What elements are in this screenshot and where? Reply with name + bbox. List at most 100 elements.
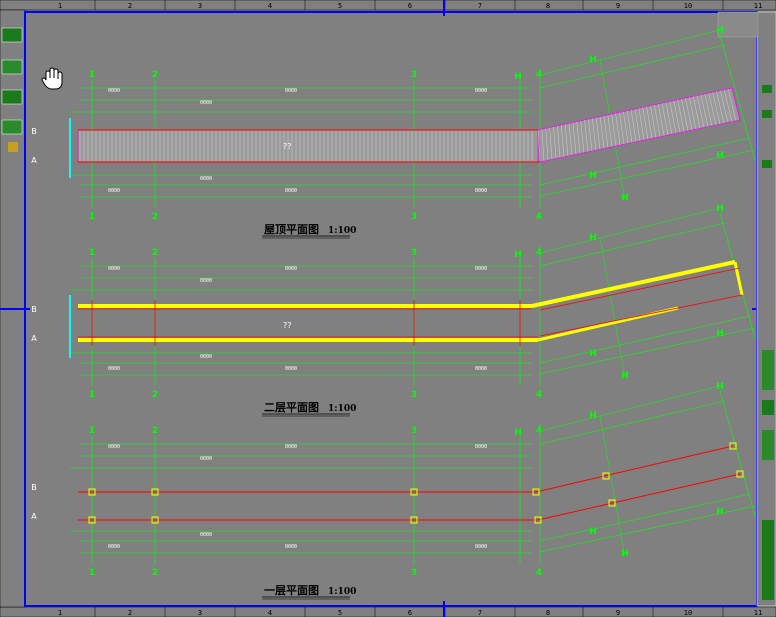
plan-scale: 1:100 <box>328 404 356 414</box>
center-label: ?? <box>283 142 292 151</box>
grid-axis-bottom: 3 <box>411 212 417 222</box>
bottom-tick-label: 3 <box>198 609 202 617</box>
dimension-text: 0000 <box>108 188 120 194</box>
grid-axis-h: H <box>716 26 724 36</box>
grid-axis-h: H <box>716 507 724 517</box>
grid-axis-bottom: 2 <box>152 568 158 578</box>
dimension-text: 0000 <box>475 88 487 94</box>
grid-axis-side: B <box>31 127 37 136</box>
grid-axis-h: H <box>621 193 629 203</box>
top-tick-label: 4 <box>268 2 272 10</box>
plan-scale: 1:100 <box>328 226 356 236</box>
bottom-tick-label: 10 <box>684 609 692 617</box>
grid-axis-h: H <box>716 151 724 161</box>
plan-title: 二层平面图 <box>264 401 319 414</box>
grid-axis-top: 1 <box>89 70 95 80</box>
grid-axis-h: H <box>589 171 597 181</box>
view-cube-area[interactable] <box>717 11 759 38</box>
grid-axis-bottom: 3 <box>411 390 417 400</box>
grid-axis-bottom: 2 <box>152 212 158 222</box>
top-tick-label: 11 <box>754 2 762 10</box>
grid-axis-bottom: 3 <box>411 568 417 578</box>
grid-axis-top: 2 <box>152 70 158 80</box>
dimension-text: 0000 <box>475 444 487 450</box>
grid-axis-h: H <box>589 55 597 65</box>
plan-title: 一层平面图 <box>264 584 319 597</box>
dimension-text: 0000 <box>285 544 297 550</box>
dimension-text: 0000 <box>108 444 120 450</box>
bottom-tick-label: 4 <box>268 609 272 617</box>
grid-axis-side: A <box>31 334 37 343</box>
bottom-tick-label: 2 <box>128 609 132 617</box>
grid-axis-h: H <box>621 371 629 381</box>
grid-axis-h: H <box>716 204 724 214</box>
grid-axis-top: 1 <box>89 248 95 258</box>
bottom-tick-label: 1 <box>58 609 62 617</box>
top-tick-label: 6 <box>408 2 412 10</box>
grid-axis-bottom: 4 <box>536 568 542 578</box>
top-tick-label: 8 <box>546 2 550 10</box>
grid-axis-side: A <box>31 512 37 521</box>
grid-axis-h: H <box>589 349 597 359</box>
top-tick-label: 7 <box>478 2 482 10</box>
dimension-text: 0000 <box>200 456 212 462</box>
dimension-text: 0000 <box>108 366 120 372</box>
dimension-text: 0000 <box>475 266 487 272</box>
bottom-tick-label: 8 <box>546 609 550 617</box>
grid-axis-h: H <box>589 527 597 537</box>
grid-axis-top: 3 <box>411 426 417 436</box>
grid-axis-bottom: 4 <box>536 212 542 222</box>
bottom-tick-label: 11 <box>754 609 762 617</box>
grid-axis-side: B <box>31 305 37 314</box>
grid-axis-top: 1 <box>89 426 95 436</box>
center-label: ?? <box>283 321 292 330</box>
dimension-text: 0000 <box>200 354 212 360</box>
grid-axis-top: H <box>514 72 522 82</box>
plan-title: 屋顶平面图 <box>264 223 319 236</box>
bottom-ruler <box>0 606 776 617</box>
grid-axis-bottom: 1 <box>89 390 95 400</box>
top-tick-label: 3 <box>198 2 202 10</box>
grid-axis-h: H <box>589 411 597 421</box>
dimension-text: 0000 <box>200 532 212 538</box>
dimension-text: 0000 <box>285 444 297 450</box>
bottom-tick-label: 6 <box>408 609 412 617</box>
dimension-text: 0000 <box>475 544 487 550</box>
dimension-text: 0000 <box>285 366 297 372</box>
top-ruler <box>0 0 776 11</box>
dimension-text: 0000 <box>200 278 212 284</box>
grid-axis-top: 3 <box>411 248 417 258</box>
top-tick-label: 1 <box>58 2 62 10</box>
bottom-tick-label: 7 <box>478 609 482 617</box>
grid-axis-h: H <box>716 329 724 339</box>
grid-axis-h: H <box>621 549 629 559</box>
top-tick-label: 5 <box>338 2 342 10</box>
dimension-text: 0000 <box>475 188 487 194</box>
cad-drawing-canvas[interactable]: 1234567891011 1234567891011 BCDEFGH 0000… <box>0 0 776 617</box>
grid-axis-side: B <box>31 483 37 492</box>
dimension-text: 0000 <box>285 188 297 194</box>
plan-scale: 1:100 <box>328 587 356 597</box>
grid-axis-top: 2 <box>152 426 158 436</box>
grid-axis-side: A <box>31 156 37 165</box>
grid-axis-top: 2 <box>152 248 158 258</box>
grid-axis-top: H <box>514 428 522 438</box>
dimension-text: 0000 <box>200 176 212 182</box>
bottom-tick-label: 9 <box>616 609 620 617</box>
dimension-text: 0000 <box>285 266 297 272</box>
grid-axis-top: H <box>514 250 522 260</box>
grid-axis-bottom: 1 <box>89 212 95 222</box>
bottom-tick-label: 5 <box>338 609 342 617</box>
grid-axis-bottom: 1 <box>89 568 95 578</box>
grid-axis-bottom: 4 <box>536 390 542 400</box>
grid-axis-bottom: 2 <box>152 390 158 400</box>
dimension-text: 0000 <box>285 88 297 94</box>
dimension-text: 0000 <box>108 88 120 94</box>
top-tick-label: 10 <box>684 2 692 10</box>
dimension-text: 0000 <box>108 544 120 550</box>
dimension-text: 0000 <box>475 366 487 372</box>
top-tick-label: 9 <box>616 2 620 10</box>
dimension-text: 0000 <box>108 266 120 272</box>
grid-axis-h: H <box>589 233 597 243</box>
dimension-text: 0000 <box>200 100 212 106</box>
